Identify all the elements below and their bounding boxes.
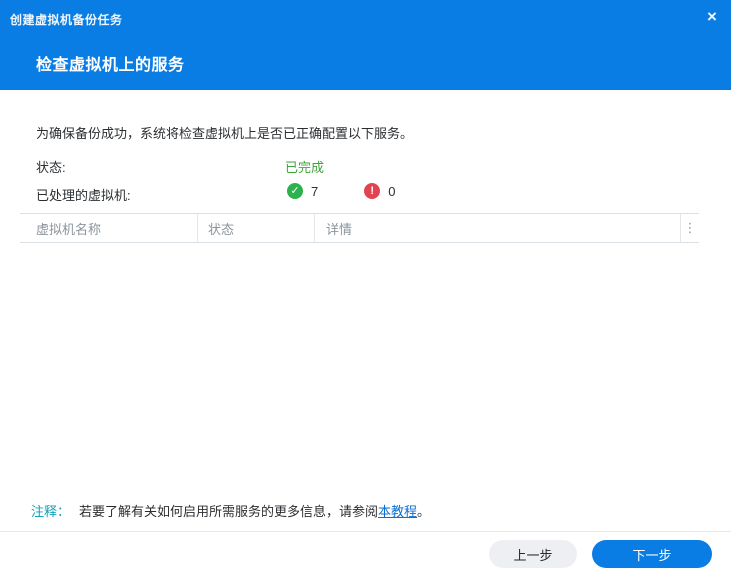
intro-text: 为确保备份成功，系统将检查虚拟机上是否已正确配置以下服务。 [36,123,413,142]
error-exclamation-icon: ! [364,183,380,199]
success-check-icon: ✓ [287,183,303,199]
success-count: 7 [311,184,318,199]
processed-counts: ✓ 7 ! 0 [287,183,395,199]
table-menu-icon[interactable]: ⋮ [680,214,699,242]
column-header-status: 状态 [197,214,314,242]
note-suffix: 。 [417,504,430,519]
vm-table-header: 虚拟机名称 状态 详情 ⋮ [20,213,699,243]
status-value: 已完成 [285,157,324,176]
back-button[interactable]: 上一步 [489,540,577,568]
note-row: 注释： 若要了解有关如何启用所需服务的更多信息，请参阅本教程。 [31,501,430,520]
close-icon[interactable]: × [700,5,724,29]
step-title: 检查虚拟机上的服务 [36,51,185,75]
dialog-title: 创建虚拟机备份任务 [10,11,123,28]
note-label: 注释： [31,504,70,519]
note-text: 若要了解有关如何启用所需服务的更多信息，请参阅 [79,504,378,519]
processed-vms-label: 已处理的虚拟机: [36,185,131,204]
status-label: 状态: [36,157,66,176]
next-button[interactable]: 下一步 [592,540,712,568]
tutorial-link[interactable]: 本教程 [378,504,417,519]
error-count: 0 [388,184,395,199]
column-header-detail: 详情 [314,214,680,242]
dialog-header: 创建虚拟机备份任务 × 检查虚拟机上的服务 [0,0,731,90]
footer-divider [0,531,731,532]
create-vm-backup-task-dialog: 创建虚拟机备份任务 × 检查虚拟机上的服务 为确保备份成功，系统将检查虚拟机上是… [0,0,731,575]
column-header-vm-name: 虚拟机名称 [20,214,197,242]
